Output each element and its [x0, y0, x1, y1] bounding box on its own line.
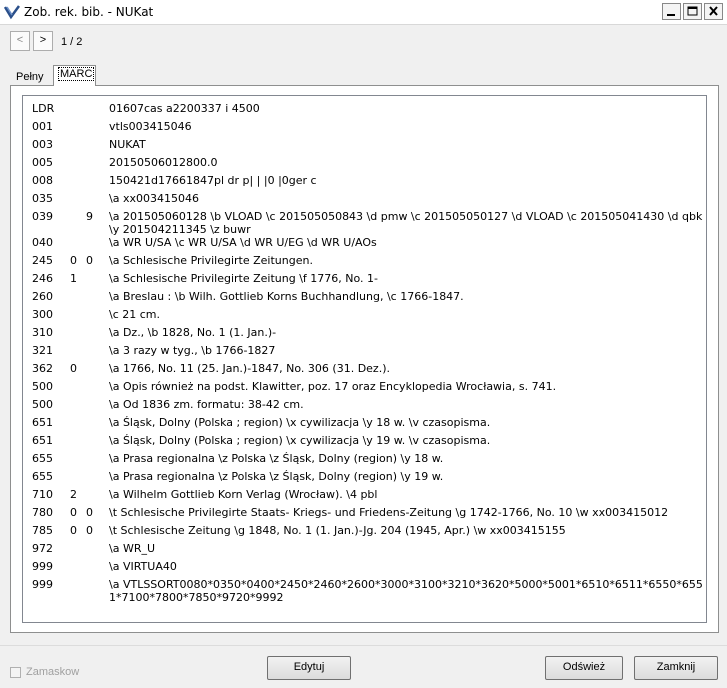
marc-ind1: 1 — [70, 272, 77, 285]
marc-tag: 651 — [32, 434, 53, 447]
marc-value: \a Śląsk, Dolny (Polska ; region) \x cyw… — [109, 434, 491, 447]
marc-value: \a Dz., \b 1828, No. 1 (1. Jan.)- — [109, 326, 277, 339]
window-title: Zob. rek. bib. - NUKat — [24, 5, 154, 19]
marc-value: \a Opis również na podst. Klawitter, poz… — [109, 380, 557, 393]
marc-ind2: 0 — [86, 254, 93, 267]
marc-tag: 500 — [32, 398, 53, 411]
marc-tag: 321 — [32, 344, 53, 357]
minimize-icon — [667, 14, 675, 16]
marc-tag: 651 — [32, 416, 53, 429]
marc-ind2: 0 — [86, 524, 93, 537]
footer-divider — [0, 645, 727, 646]
marc-value: 150421d17661847pl dr p| | |0 |0ger c — [109, 174, 317, 187]
marc-tag: 245 — [32, 254, 53, 267]
mask-checkbox[interactable] — [10, 667, 21, 678]
marc-ind1: 0 — [70, 506, 77, 519]
marc-value: \a WR_U — [109, 542, 156, 555]
marc-value: \a Prasa regionalna \z Polska \z Śląsk, … — [109, 470, 444, 483]
marc-tag: 710 — [32, 488, 53, 501]
marc-value: \a 201505060128 \b VLOAD \c 201505050843… — [109, 210, 703, 236]
marc-value: \c 21 cm. — [109, 308, 161, 321]
marc-tag: 500 — [32, 380, 53, 393]
marc-value: \a WR U/SA \c WR U/SA \d WR U/EG \d WR U… — [109, 236, 377, 249]
maximize-icon — [687, 6, 698, 16]
marc-tag: 362 — [32, 362, 53, 375]
marc-tag: LDR — [32, 102, 55, 115]
marc-value: \a 3 razy w tyg., \b 1766-1827 — [109, 344, 276, 357]
maximize-button[interactable] — [683, 3, 702, 20]
marc-value: \a Breslau : \b Wilh. Gottlieb Korns Buc… — [109, 290, 464, 303]
marc-tag: 005 — [32, 156, 53, 169]
marc-tag: 260 — [32, 290, 53, 303]
app-icon — [4, 5, 20, 20]
marc-value: \t Schlesische Privilegirte Staats- Krie… — [109, 506, 669, 519]
marc-tag: 008 — [32, 174, 53, 187]
marc-value: NUKAT — [109, 138, 146, 151]
marc-value: vtls003415046 — [109, 120, 192, 133]
marc-tag: 039 — [32, 210, 53, 223]
tab-pelny[interactable]: Pełny — [11, 68, 53, 86]
marc-tag: 972 — [32, 542, 53, 555]
marc-value: \a Prasa regionalna \z Polska \z Śląsk, … — [109, 452, 444, 465]
marc-tag: 246 — [32, 272, 53, 285]
mask-checkbox-label: Zamaskow — [26, 666, 80, 678]
marc-ind1: 0 — [70, 254, 77, 267]
marc-value: \a xx003415046 — [109, 192, 199, 205]
marc-ind2: 9 — [86, 210, 93, 223]
refresh-button[interactable]: Odśwież — [545, 656, 623, 680]
edit-button[interactable]: Edytuj — [267, 656, 351, 680]
marc-ind2: 0 — [86, 506, 93, 519]
marc-tag: 310 — [32, 326, 53, 339]
marc-tag: 001 — [32, 120, 53, 133]
prev-record-button[interactable]: < — [10, 31, 30, 51]
marc-tag: 035 — [32, 192, 53, 205]
marc-ind1: 2 — [70, 488, 77, 501]
marc-tag: 655 — [32, 470, 53, 483]
marc-value: \a Wilhelm Gottlieb Korn Verlag (Wrocław… — [109, 488, 378, 501]
marc-ind1: 0 — [70, 362, 77, 375]
marc-ind1: 0 — [70, 524, 77, 537]
marc-tag: 655 — [32, 452, 53, 465]
marc-value: \a 1766, No. 11 (25. Jan.)-1847, No. 306… — [109, 362, 390, 375]
title-bar[interactable]: Zob. rek. bib. - NUKat — [0, 0, 727, 25]
tab-marc-label: MARC — [58, 67, 95, 81]
marc-value: \a Od 1836 zm. formatu: 38-42 cm. — [109, 398, 304, 411]
marc-value: \a Schlesische Privilegirte Zeitung \f 1… — [109, 272, 379, 285]
record-window: Zob. rek. bib. - NUKat < > 1 / 2 Pełny M… — [0, 0, 727, 688]
marc-tag: 785 — [32, 524, 53, 537]
marc-value: 20150506012800.0 — [109, 156, 218, 169]
marc-tag: 780 — [32, 506, 53, 519]
marc-value: \t Schlesische Zeitung \g 1848, No. 1 (1… — [109, 524, 566, 537]
marc-tag: 999 — [32, 560, 53, 573]
marc-tag: 003 — [32, 138, 53, 151]
marc-value: \a VTLSSORT0080*0350*0400*2450*2460*2600… — [109, 578, 703, 604]
marc-value: \a Śląsk, Dolny (Polska ; region) \x cyw… — [109, 416, 491, 429]
marc-value: 01607cas a2200337 i 4500 — [109, 102, 260, 115]
marc-value: \a Schlesische Privilegirte Zeitungen. — [109, 254, 313, 267]
marc-record-view[interactable]: LDR 01607cas a2200337 i 4500 001 vtls003415… — [22, 95, 707, 623]
tab-marc[interactable]: MARC — [53, 65, 96, 86]
marc-tag: 999 — [32, 578, 53, 591]
close-icon — [709, 6, 718, 16]
next-record-button[interactable]: > — [33, 31, 53, 51]
marc-tag: 300 — [32, 308, 53, 321]
close-button[interactable]: Zamknij — [634, 656, 718, 680]
close-window-button[interactable] — [704, 3, 723, 20]
page-counter: 1 / 2 — [61, 36, 83, 48]
marc-value: \a VIRTUA40 — [109, 560, 177, 573]
marc-tag: 040 — [32, 236, 53, 249]
minimize-button[interactable] — [662, 3, 681, 20]
